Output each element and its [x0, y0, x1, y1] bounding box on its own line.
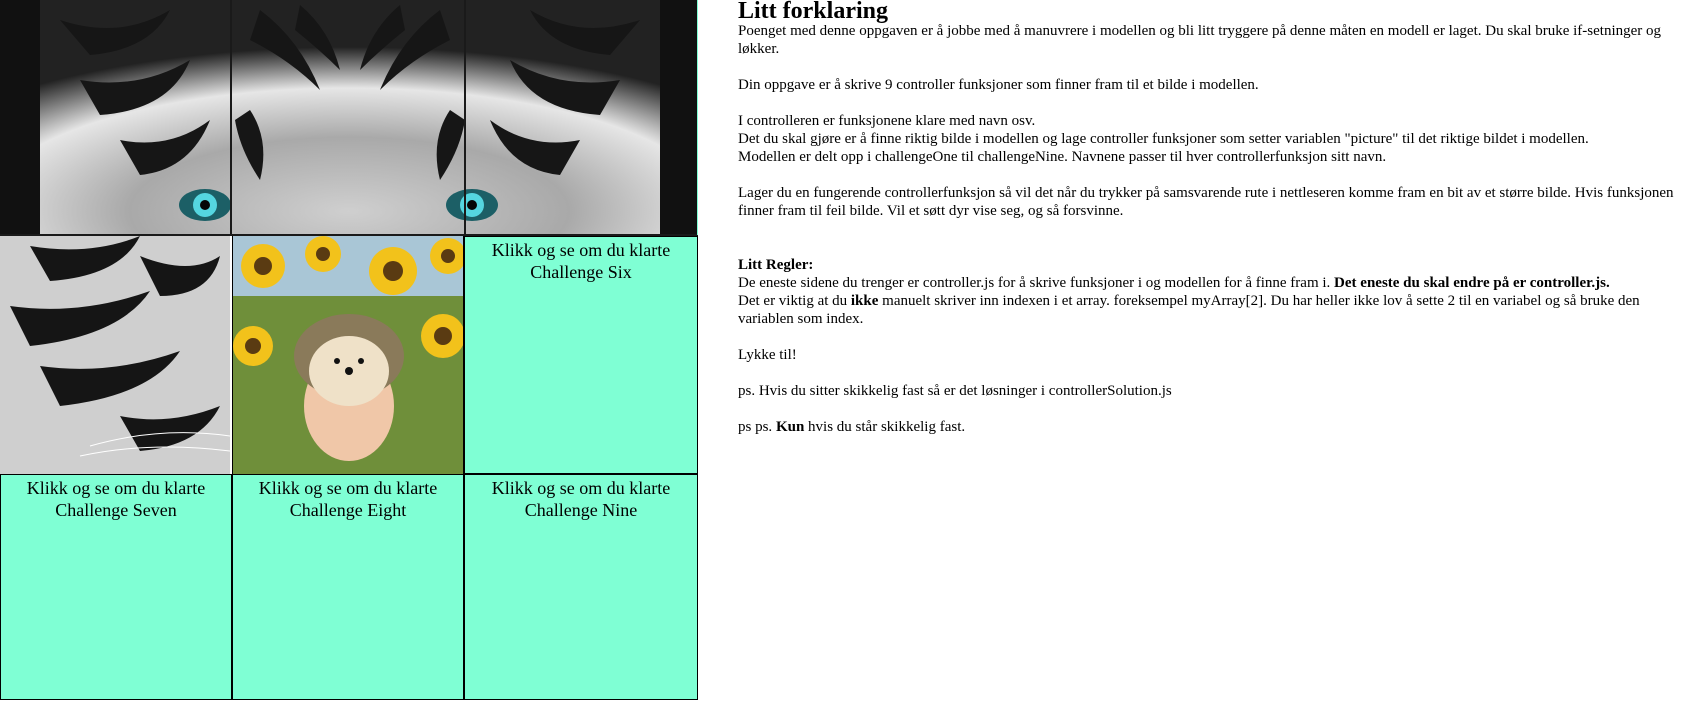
explanation-paragraph: Modellen er delt opp i challengeOne til … — [738, 149, 1387, 165]
challenge-four-tile[interactable] — [0, 236, 230, 474]
good-luck-text: Lykke til! — [738, 347, 797, 363]
explanation-paragraph: Det du skal gjøre er å finne riktig bild… — [738, 131, 1589, 147]
rules-paragraph: Det er viktig at du ikke manuelt skriver… — [738, 293, 1640, 327]
tiger-image-bottom — [0, 236, 230, 474]
challenge-grid: Klikk og se om du klarte Challenge Six K… — [0, 0, 698, 700]
explanation-paragraph: Lager du en fungerende controllerfunksjo… — [738, 185, 1674, 219]
psps-text: ps ps. Kun hvis du står skikkelig fast. — [738, 419, 966, 435]
tiger-image-top[interactable] — [0, 0, 698, 235]
challenge-nine-label: Klikk og se om du klarte Challenge Nine — [491, 478, 671, 520]
challenge-nine-tile[interactable]: Klikk og se om du klarte Challenge Nine — [464, 474, 698, 700]
challenge-seven-label: Klikk og se om du klarte Challenge Seven — [26, 478, 206, 520]
explanation-paragraph: Din oppgave er å skrive 9 controller fun… — [738, 77, 1259, 93]
tile-divider — [464, 0, 466, 235]
tile-divider — [230, 0, 232, 235]
rules-title: Litt Regler: — [738, 257, 814, 273]
tile-divider — [697, 0, 698, 235]
tiger-image-top-art — [0, 0, 698, 235]
challenge-eight-tile[interactable]: Klikk og se om du klarte Challenge Eight — [232, 474, 464, 700]
challenge-six-tile[interactable]: Klikk og se om du klarte Challenge Six — [464, 236, 698, 474]
ps-text: ps. Hvis du sitter skikkelig fast så er … — [738, 383, 1172, 399]
challenge-eight-label: Klikk og se om du klarte Challenge Eight — [258, 478, 438, 520]
explanation-panel: Litt forklaring Poenget med denne oppgav… — [738, 0, 1688, 436]
hedgehog-image — [233, 236, 463, 474]
rules-paragraph: De eneste sidene du trenger er controlle… — [738, 275, 1610, 291]
challenge-five-tile[interactable] — [232, 236, 464, 474]
challenge-seven-tile[interactable]: Klikk og se om du klarte Challenge Seven — [0, 474, 232, 700]
explanation-paragraph: Poenget med denne oppgaven er å jobbe me… — [738, 23, 1662, 57]
explanation-paragraph: I controlleren er funksjonene klare med … — [738, 113, 1036, 129]
challenge-six-label: Klikk og se om du klarte Challenge Six — [491, 240, 671, 282]
explanation-title: Litt forklaring — [738, 0, 888, 24]
